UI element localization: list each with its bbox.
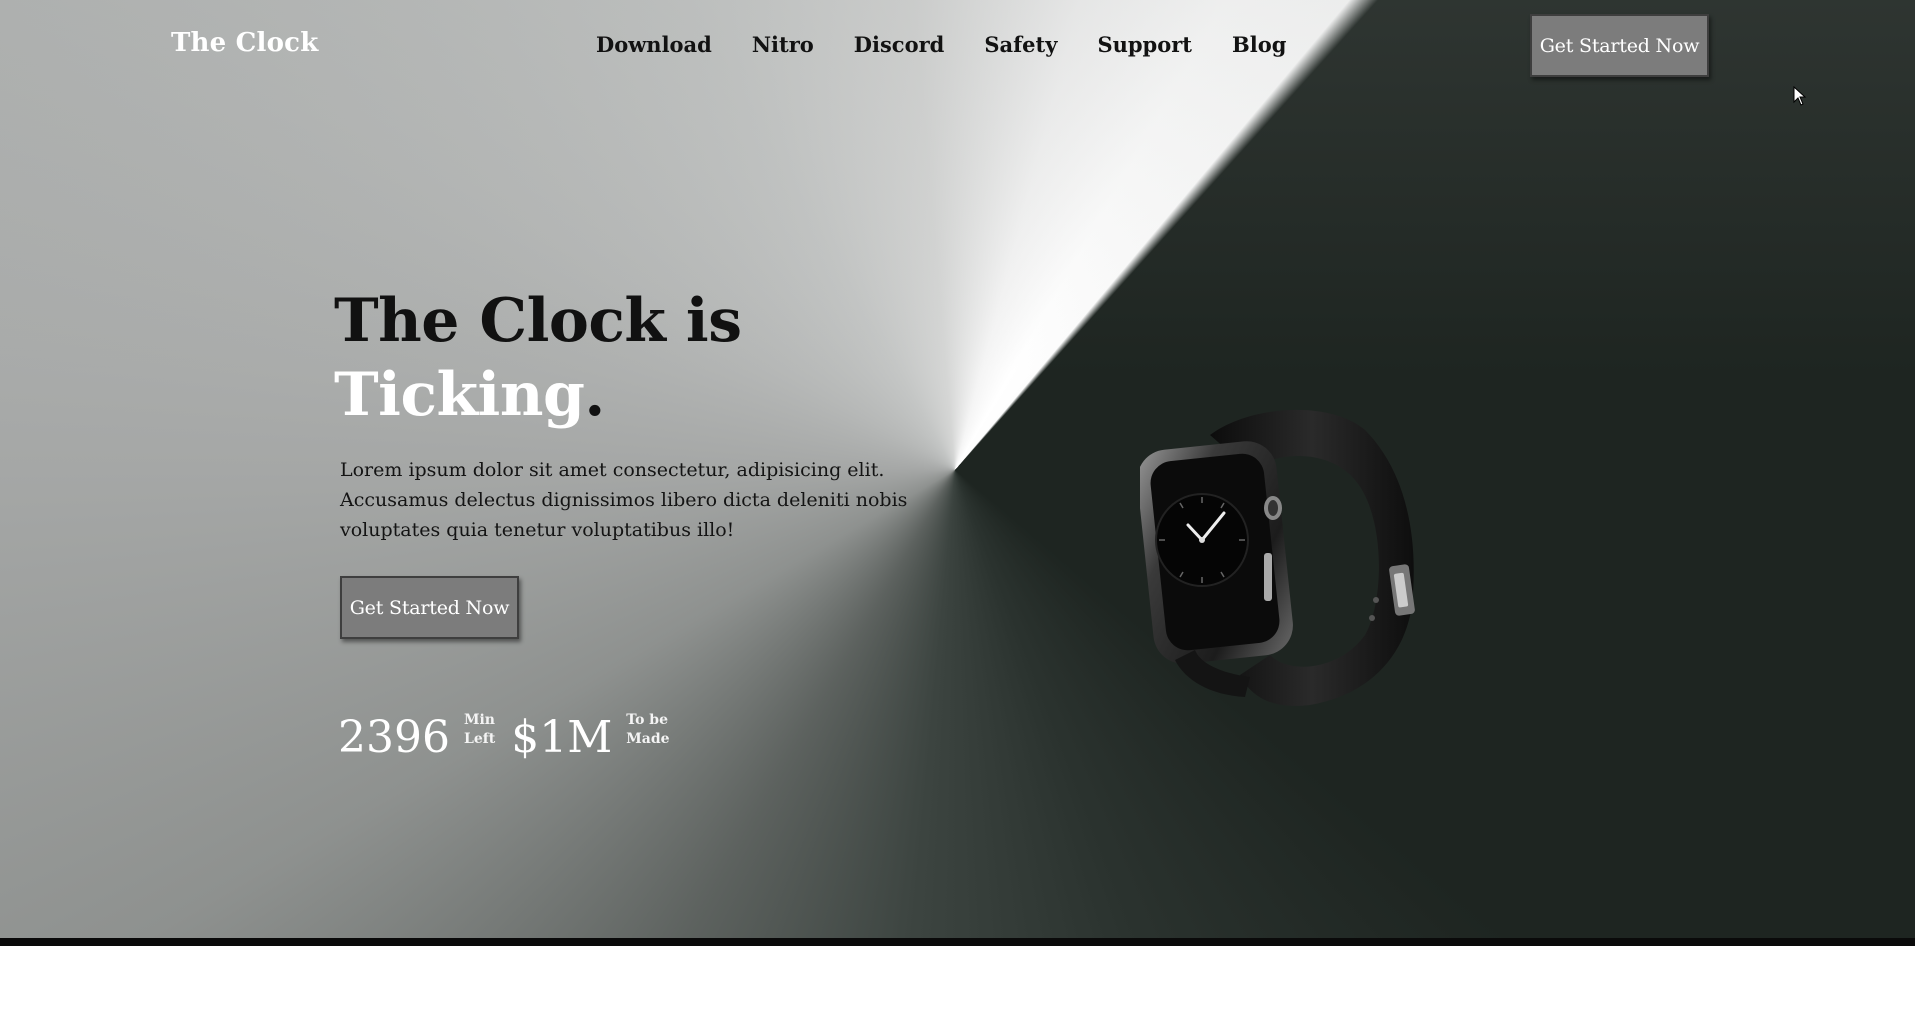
nav-item-blog[interactable]: Blog: [1232, 32, 1286, 57]
stat-money-label-line-1: To be: [626, 712, 669, 728]
stat-minutes-value: 2396: [338, 712, 450, 763]
stat-minutes-label: Min Left: [464, 711, 495, 749]
hero-section: The Clock Download Nitro Discord Safety …: [0, 0, 1915, 938]
stat-minutes-label-line-2: Left: [463, 731, 496, 747]
nav-item-download[interactable]: Download: [596, 32, 712, 57]
nav-item-nitro[interactable]: Nitro: [752, 32, 814, 57]
nav-item-discord[interactable]: Discord: [854, 32, 945, 57]
site-logo[interactable]: The Clock: [171, 28, 318, 58]
nav-item-safety[interactable]: Safety: [984, 32, 1057, 57]
hero-get-started-button[interactable]: Get Started Now: [340, 576, 519, 639]
mouse-cursor-icon: [1793, 86, 1807, 106]
nav-item-support[interactable]: Support: [1097, 32, 1192, 57]
section-divider: [0, 938, 1915, 946]
stat-money-label: To be Made: [626, 711, 669, 749]
headline-line-1: The Clock is: [334, 286, 742, 356]
stat-minutes-label-line-1: Min: [463, 712, 495, 728]
smartwatch-image: [1140, 409, 1415, 706]
headline-dot: .: [584, 360, 605, 430]
stat-money-value: $1M: [511, 712, 613, 763]
next-section: [0, 946, 1915, 1031]
main-nav: Download Nitro Discord Safety Support Bl…: [596, 32, 1326, 57]
headline-line-2: Ticking: [334, 360, 585, 430]
hero-overlay: [0, 0, 1915, 938]
hero-description: Lorem ipsum dolor sit amet consectetur, …: [340, 459, 908, 541]
header-get-started-button[interactable]: Get Started Now: [1530, 14, 1709, 77]
hero-stats: 2396 Min Left $1M To be Made: [338, 710, 686, 766]
hero-headline: The Clock is Ticking.: [334, 284, 742, 432]
stat-money-label-line-2: Made: [626, 731, 670, 747]
